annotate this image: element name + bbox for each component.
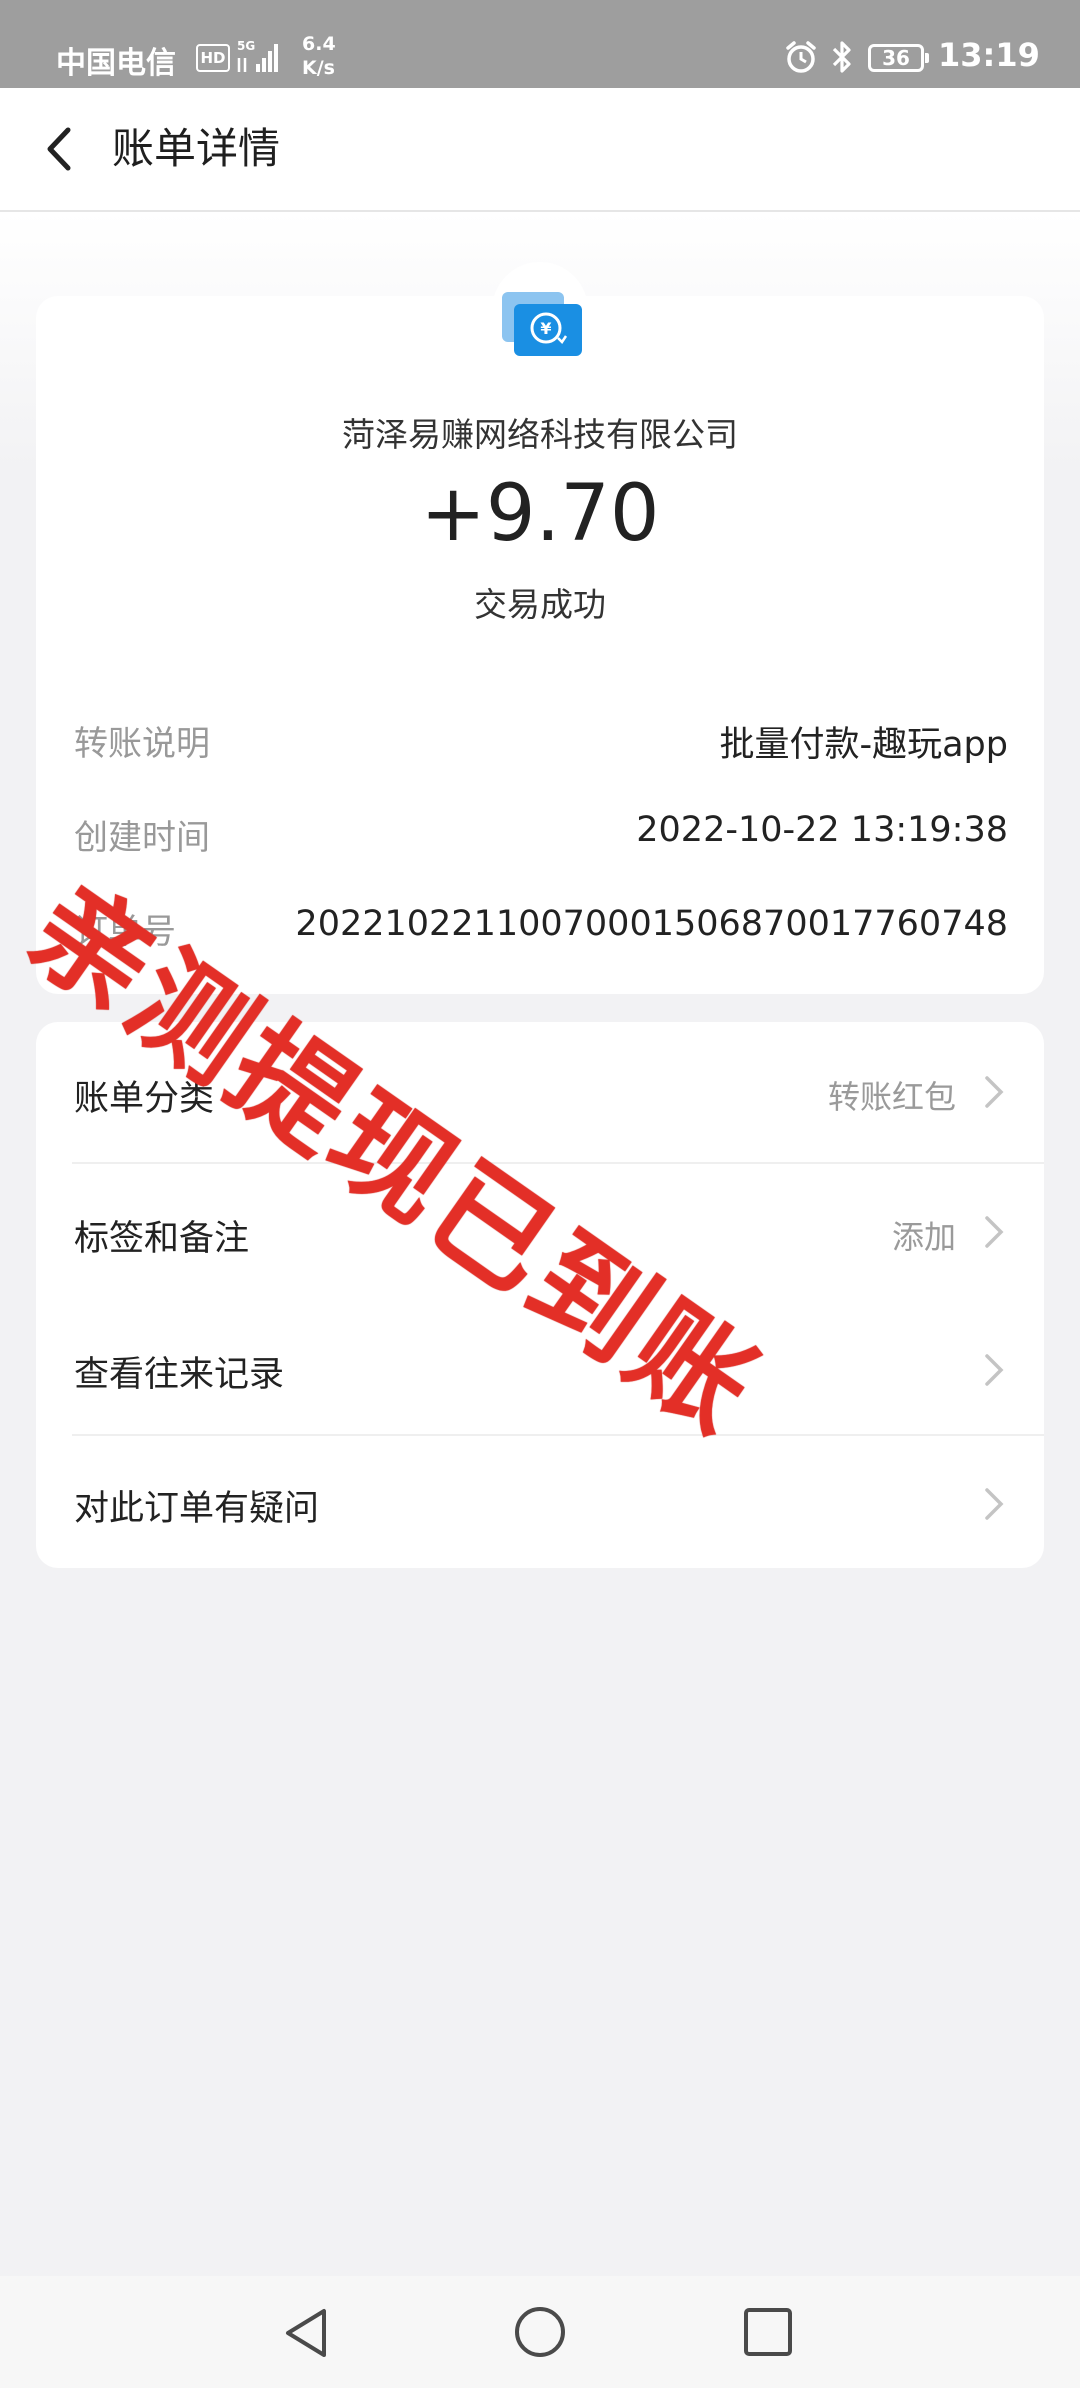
bill-category-value: 转账红包 (827, 1078, 956, 1116)
chevron-right-icon (985, 1076, 1004, 1108)
speed-value: 6.4 (302, 33, 336, 55)
nav-home-icon[interactable] (512, 2304, 568, 2360)
merchant-name: 菏泽易赚网络科技有限公司 (342, 415, 738, 454)
nav-recent-icon[interactable] (742, 2306, 794, 2358)
hd-badge: HD (196, 44, 230, 72)
transaction-amount: +9.70 (420, 469, 660, 559)
speed-unit: K/s (302, 57, 335, 79)
page-title: 账单详情 (112, 124, 281, 173)
transaction-history-label: 查看往来记录 (74, 1355, 285, 1395)
network-speed: 6.4 K/s (302, 32, 336, 80)
transfer-yuan-icon: ¥ (502, 292, 582, 356)
bill-summary-card (36, 296, 1044, 994)
order-question-label: 对此订单有疑问 (74, 1489, 320, 1529)
chevron-right-icon (985, 1216, 1004, 1248)
transfer-note-label: 转账说明 (74, 724, 210, 764)
chevron-left-icon (47, 127, 71, 171)
back-button[interactable] (28, 116, 94, 182)
created-time-value: 2022-10-22 13:19:38 (636, 810, 1008, 850)
battery-icon: 36 (868, 44, 929, 72)
network-type-label: 5G (237, 39, 255, 53)
order-question-row[interactable]: 对此订单有疑问 (36, 1436, 1044, 1568)
nav-back-icon[interactable] (280, 2305, 336, 2361)
tags-notes-label: 标签和备注 (74, 1219, 250, 1259)
alarm-icon (786, 41, 816, 73)
carrier-label: 中国电信 (56, 46, 176, 81)
bluetooth-icon (832, 41, 851, 73)
status-bar: 中国电信 HD 5G 6.4 K/s 36 13:19 (0, 0, 1080, 88)
signal-icon: 5G (237, 39, 278, 72)
chevron-right-icon (985, 1354, 1004, 1386)
clock: 13:19 (938, 36, 1040, 74)
tags-notes-value: 添加 (891, 1218, 956, 1256)
transfer-note-value: 批量付款-趣玩app (719, 725, 1008, 765)
order-number-value[interactable]: 20221022110070001506870017760748 (295, 904, 1008, 944)
chevron-right-icon (985, 1488, 1004, 1520)
svg-text:¥: ¥ (540, 319, 551, 338)
app-header: 账单详情 (0, 88, 1080, 212)
transaction-status: 交易成功 (474, 585, 606, 624)
